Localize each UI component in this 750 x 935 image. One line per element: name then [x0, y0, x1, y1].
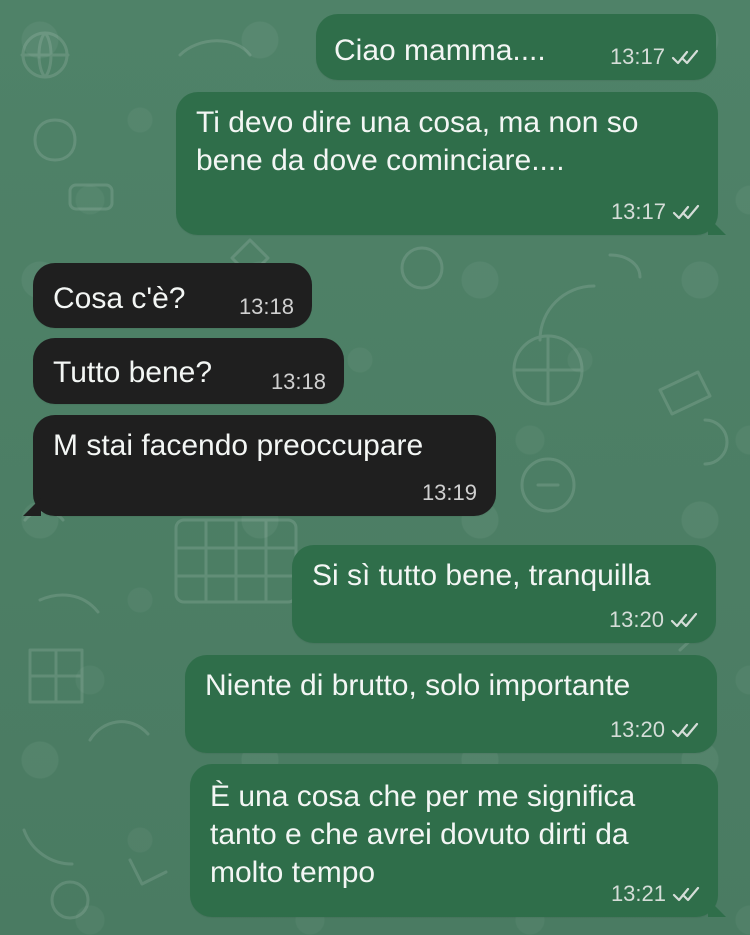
message-time: 13:17: [610, 199, 666, 224]
message-outgoing[interactable]: Si sì tutto bene, tranquilla 13:20: [292, 545, 716, 643]
message-time: 13:20: [608, 607, 664, 632]
double-check-icon: [671, 722, 699, 738]
message-meta: 13:18: [271, 371, 326, 393]
double-check-icon: [672, 204, 700, 220]
message-text: È una cosa che per me significa tanto e …: [210, 780, 636, 889]
message-meta: 13:21: [611, 883, 700, 905]
message-time: 13:19: [421, 480, 477, 505]
message-meta: 13:17: [610, 46, 699, 68]
message-text: Si sì tutto bene, tranquilla: [312, 559, 651, 592]
message-outgoing[interactable]: È una cosa che per me significa tanto e …: [190, 764, 726, 917]
message-text: Ti devo dire una cosa, ma non so bene da…: [196, 106, 639, 177]
message-incoming[interactable]: M stai facendo preoccupare 13:19: [23, 415, 496, 516]
message-meta: 13:20: [610, 719, 699, 741]
message-time: 13:18: [270, 369, 326, 394]
double-check-icon: [671, 49, 699, 65]
message-text: M stai facendo preoccupare: [53, 429, 424, 462]
message-meta: 13:17: [611, 201, 700, 223]
message-incoming[interactable]: Tutto bene? 13:18: [33, 338, 344, 404]
message-outgoing[interactable]: Ti devo dire una cosa, ma non so bene da…: [176, 92, 726, 235]
message-time: 13:20: [609, 717, 665, 742]
message-outgoing[interactable]: Niente di brutto, solo importante 13:20: [185, 655, 717, 753]
message-meta: 13:19: [422, 482, 477, 504]
message-incoming[interactable]: Cosa c'è? 13:18: [33, 263, 312, 328]
message-text: Niente di brutto, solo importante: [205, 669, 631, 702]
message-meta: 13:20: [609, 609, 698, 631]
double-check-icon: [672, 886, 700, 902]
message-time: 13:21: [610, 881, 666, 906]
message-time: 13:18: [238, 294, 294, 319]
message-time: 13:17: [609, 44, 665, 69]
double-check-icon: [670, 612, 698, 628]
message-outgoing[interactable]: Ciao mamma.... 13:17: [316, 14, 716, 80]
message-meta: 13:18: [239, 296, 294, 318]
